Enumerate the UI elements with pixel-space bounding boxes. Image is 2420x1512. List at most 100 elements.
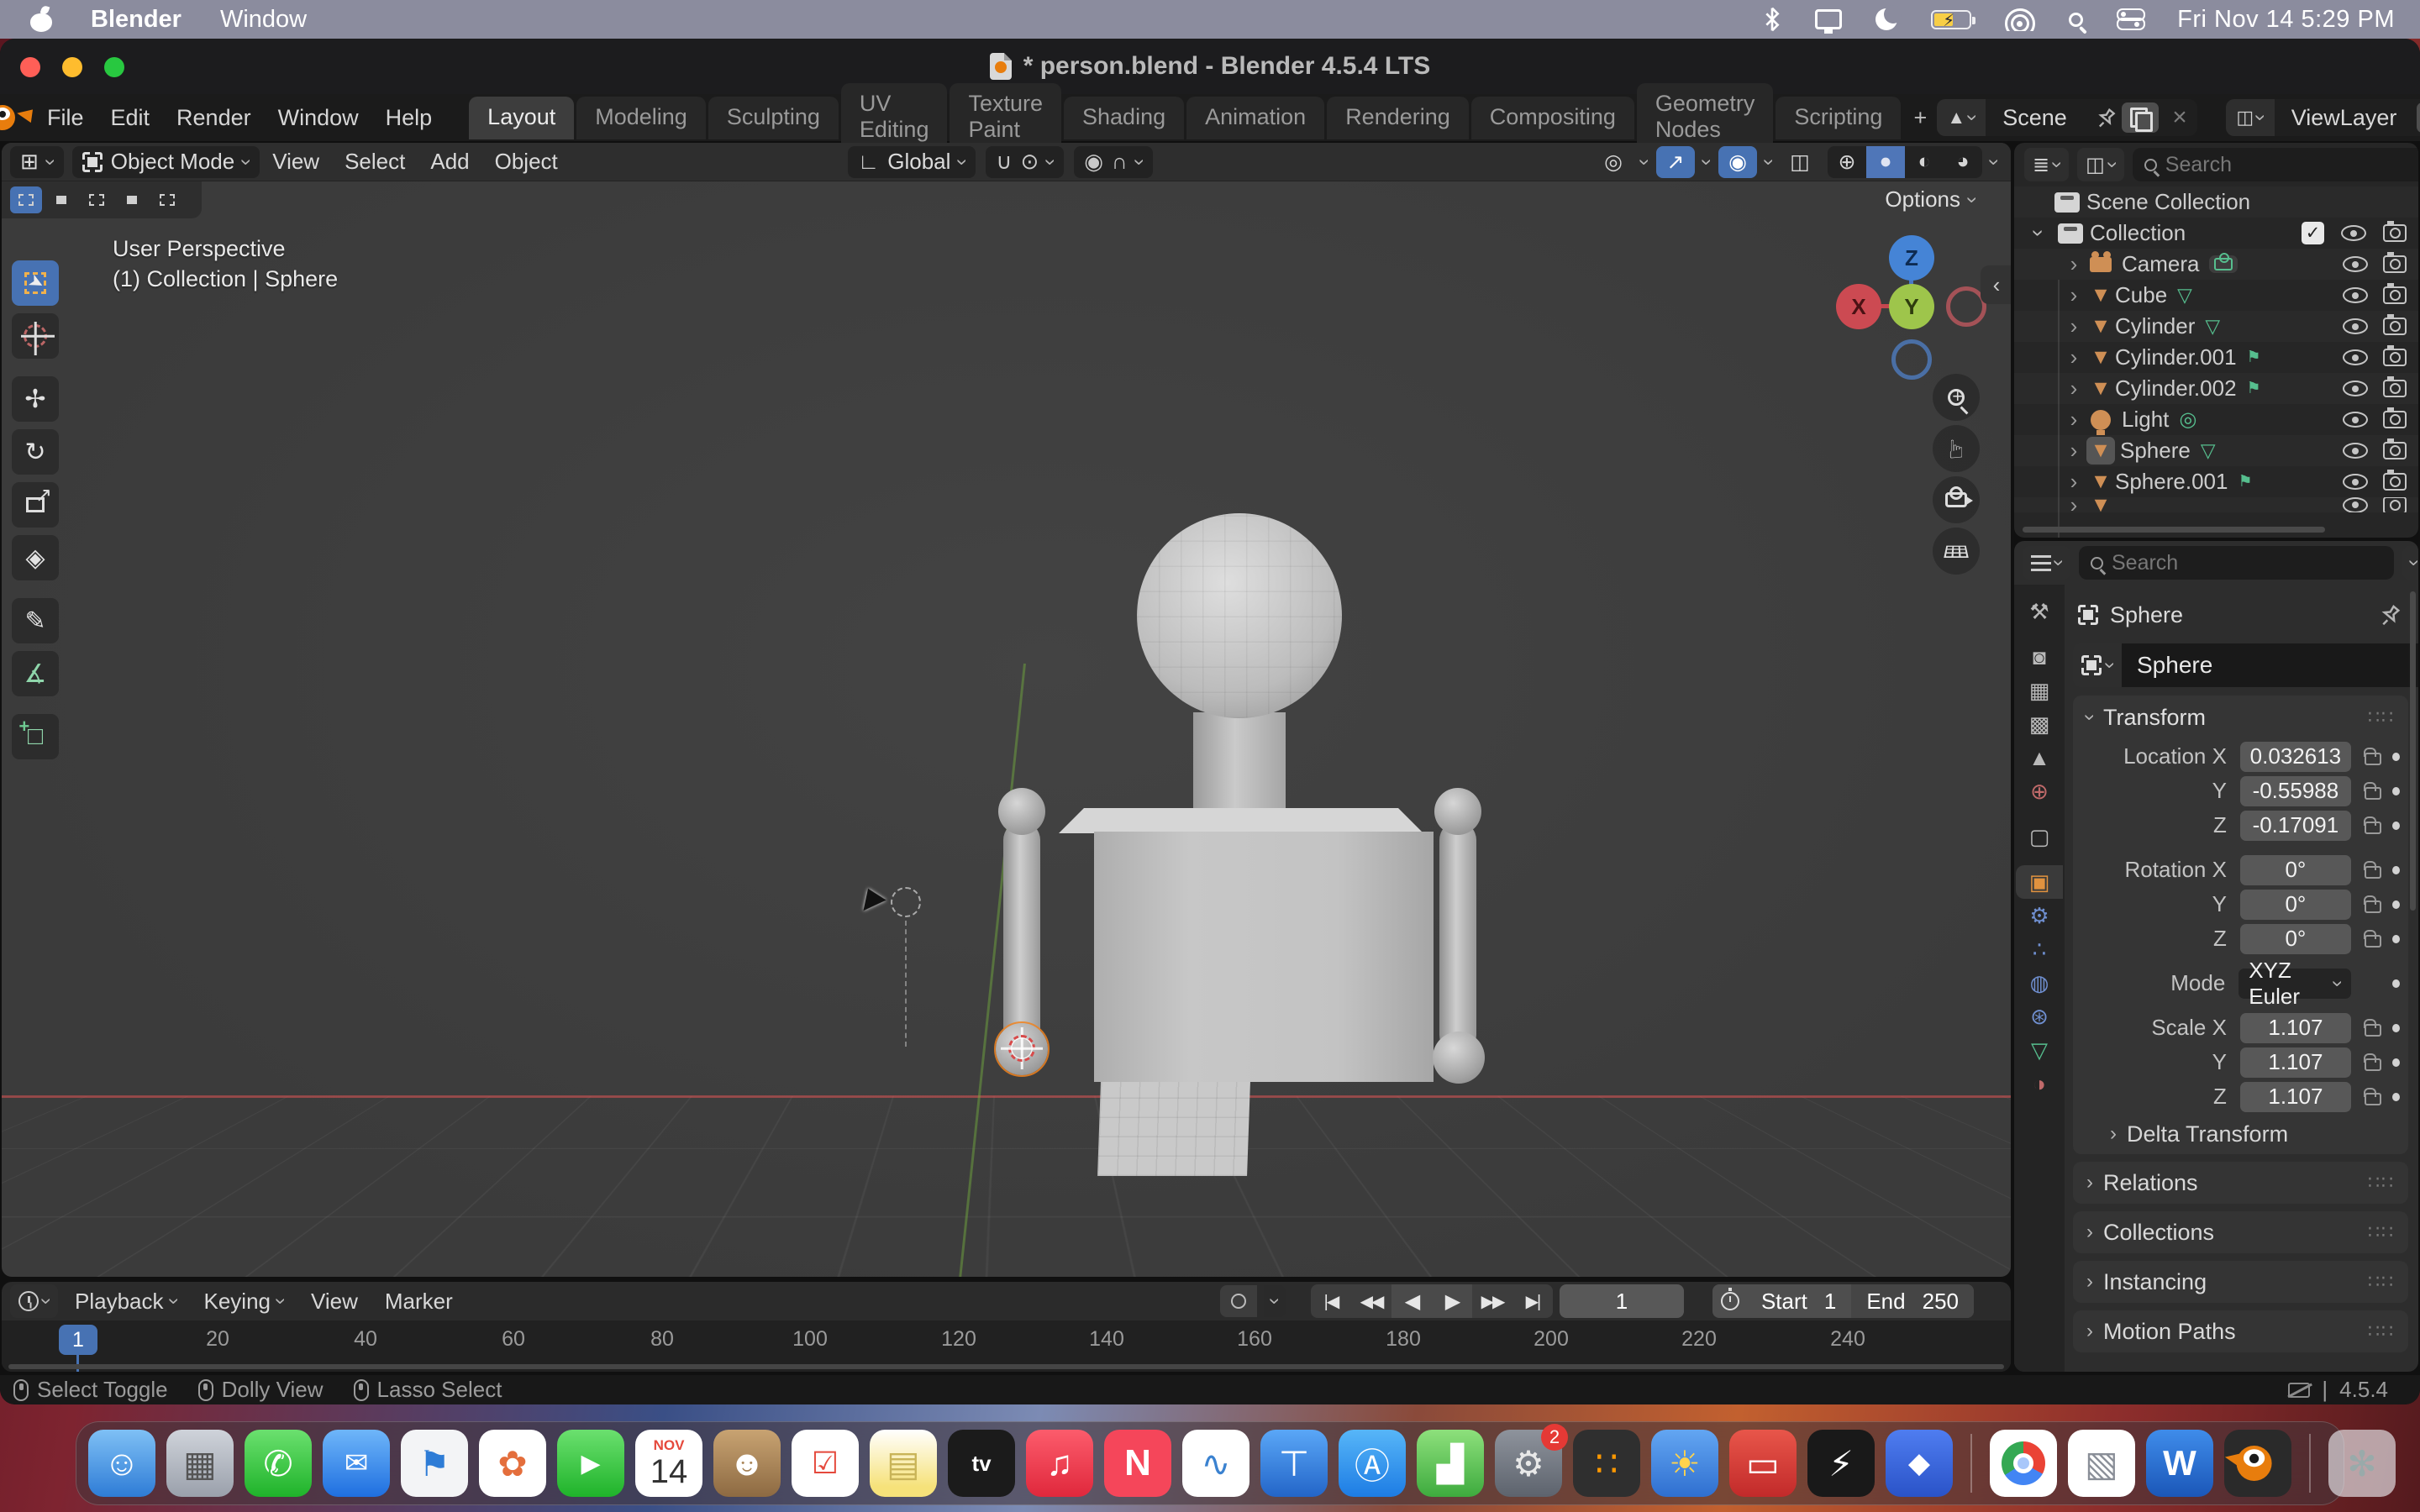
dock-word[interactable]: W <box>2146 1430 2213 1497</box>
model-arm-left[interactable] <box>1003 822 1040 1053</box>
menu-edit[interactable]: Edit <box>97 105 164 131</box>
timeline-menu-marker[interactable]: Marker <box>375 1289 463 1315</box>
tab-physics[interactable]: ◍ <box>2018 966 2061 1000</box>
properties-options-button[interactable]: › <box>2402 546 2418 580</box>
shading-solid-button[interactable]: ● <box>1866 146 1905 178</box>
chevron-collapsed-icon[interactable]: › <box>2061 313 2086 339</box>
apple-menu-icon[interactable] <box>30 7 52 32</box>
tool-select-box[interactable] <box>12 260 59 306</box>
timeline-menu-view[interactable]: View <box>301 1289 368 1315</box>
render-visibility-icon[interactable] <box>2383 255 2407 273</box>
hide-eye-icon[interactable] <box>2343 349 2368 365</box>
gizmo-axis-y[interactable]: Y <box>1889 284 1934 329</box>
options-button[interactable]: Options › <box>1885 186 1975 213</box>
jump-to-start-button[interactable]: |◀ <box>1311 1284 1351 1318</box>
menubar-item-window[interactable]: Window <box>220 6 307 34</box>
zoom-window-button[interactable] <box>104 57 124 77</box>
tool-scale[interactable] <box>12 482 59 528</box>
minimize-window-button[interactable] <box>62 57 82 77</box>
animate-dot-icon[interactable] <box>2392 1093 2400 1101</box>
lock-icon[interactable] <box>2363 816 2379 835</box>
dock-apple-tv[interactable]: tv <box>948 1430 1015 1497</box>
perspective-toggle-button[interactable] <box>1933 528 1980 575</box>
tab-shading[interactable]: Shading <box>1064 97 1184 139</box>
animate-dot-icon[interactable] <box>2392 1024 2400 1032</box>
scale-z-field[interactable]: 1.107 <box>2240 1082 2351 1112</box>
bluetooth-icon[interactable] <box>1763 7 1781 32</box>
dock-keynote[interactable]: ⊤ <box>1260 1430 1328 1497</box>
delta-transform-row[interactable]: › Delta Transform <box>2073 1114 2408 1154</box>
model-arm-right[interactable] <box>1439 822 1476 1053</box>
properties-editor-type-button[interactable]: › <box>2023 546 2070 580</box>
tab-render[interactable]: ◙ <box>2018 640 2061 674</box>
dock-app-store[interactable]: Ⓐ <box>1339 1430 1406 1497</box>
select-mode-invert-button[interactable] <box>116 186 148 213</box>
tab-geometry-nodes[interactable]: Geometry Nodes <box>1637 83 1774 152</box>
dock-trash[interactable]: ✻ <box>2328 1430 2396 1497</box>
dock-blender[interactable] <box>2224 1430 2291 1497</box>
tool-cursor[interactable] <box>12 313 59 359</box>
tab-scene[interactable]: ▲ <box>2018 741 2061 774</box>
playhead-line[interactable] <box>76 1355 79 1372</box>
navigation-gizmo[interactable]: Z X Y <box>1833 227 1993 386</box>
add-workspace-button[interactable]: + <box>1903 97 1937 139</box>
viewport-3d[interactable]: ⊞› Object Mode › View Select Add Object … <box>2 143 2011 1277</box>
model-shoulder-left[interactable] <box>998 788 1045 835</box>
outliner-row-sphere-001[interactable]: › ▼ Sphere.001 ⚑ <box>2014 466 2418 497</box>
chevron-collapsed-icon[interactable]: › <box>2061 282 2086 308</box>
tool-measure[interactable]: ∡ <box>12 651 59 696</box>
hide-eye-icon[interactable] <box>2343 443 2368 459</box>
object-name-input[interactable] <box>2122 643 2418 687</box>
properties-search-input[interactable] <box>2112 551 2382 575</box>
outliner-search-input[interactable] <box>2165 153 2418 177</box>
dock-launchpad[interactable]: ▦ <box>166 1430 234 1497</box>
rotation-z-field[interactable]: 0° <box>2240 924 2351 954</box>
outliner-row-clipped[interactable]: › ▼ <box>2014 497 2418 512</box>
overlays-toggle[interactable]: ◉ <box>1718 146 1757 178</box>
dock-photos[interactable]: ✿ <box>479 1430 546 1497</box>
model-neck[interactable] <box>1193 712 1286 822</box>
outliner-row-cube[interactable]: › ▼ Cube ▽ <box>2014 280 2418 311</box>
outliner-row-camera[interactable]: › Camera <box>2014 249 2418 280</box>
dock-app-black[interactable]: ⚡ <box>1807 1430 1875 1497</box>
tab-collection[interactable]: ▢ <box>2018 820 2061 853</box>
timeline-menu-keying[interactable]: Keying› <box>194 1289 295 1315</box>
rotation-y-field[interactable]: 0° <box>2240 890 2351 920</box>
dock-notes[interactable]: ▤ <box>870 1430 937 1497</box>
dock-contacts[interactable]: ☻ <box>713 1430 781 1497</box>
menu-file[interactable]: File <box>34 105 97 131</box>
tab-particles[interactable]: ∴ <box>2018 932 2061 966</box>
auto-keyframe-button[interactable] <box>1220 1285 1257 1317</box>
dock-preview[interactable]: ▧ <box>2068 1430 2135 1497</box>
lock-icon[interactable] <box>2363 895 2379 914</box>
gizmo-axis-x[interactable]: X <box>1836 284 1881 329</box>
dock-calendar[interactable]: NOV14 <box>635 1430 702 1497</box>
lock-icon[interactable] <box>2363 748 2379 766</box>
viewport-menu-add[interactable]: Add <box>418 149 481 175</box>
previous-keyframe-button[interactable]: ◀◀ <box>1351 1284 1392 1318</box>
animate-dot-icon[interactable] <box>2392 935 2400 943</box>
pin-icon[interactable] <box>2378 602 2403 627</box>
viewport-menu-view[interactable]: View <box>260 149 332 175</box>
render-visibility-icon[interactable] <box>2383 473 2407 491</box>
transform-panel-header[interactable]: › Transform ∷∷ <box>2073 696 2408 739</box>
lock-icon[interactable] <box>2363 1088 2379 1106</box>
tool-add-cube[interactable]: □ <box>12 714 59 759</box>
outliner-row-sphere-selected[interactable]: › ▼ Sphere ▽ <box>2014 435 2418 466</box>
animate-dot-icon[interactable] <box>2392 787 2400 795</box>
hide-eye-icon[interactable] <box>2343 318 2368 334</box>
chevron-collapsed-icon[interactable]: › <box>2061 438 2086 464</box>
outliner-row-cylinder-002[interactable]: › ▼ Cylinder.002 ⚑ <box>2014 373 2418 404</box>
animate-dot-icon[interactable] <box>2392 753 2400 761</box>
tool-transform[interactable]: ◈ <box>12 535 59 580</box>
chevron-expanded-icon[interactable]: › <box>2026 221 2052 246</box>
dock-system-settings[interactable]: ⚙2 <box>1495 1430 1562 1497</box>
camera-view-button[interactable] <box>1933 476 1980 523</box>
viewport-menu-select[interactable]: Select <box>332 149 418 175</box>
scene-browse-button[interactable]: ▲› <box>1937 99 1986 136</box>
chevron-collapsed-icon[interactable]: › <box>2061 407 2086 433</box>
rotation-x-field[interactable]: 0° <box>2240 855 2351 885</box>
tab-modifiers[interactable]: ⚙ <box>2018 899 2061 932</box>
playhead-frame-badge[interactable]: 1 <box>59 1325 97 1355</box>
dock-facetime[interactable]: ▶ <box>557 1430 624 1497</box>
